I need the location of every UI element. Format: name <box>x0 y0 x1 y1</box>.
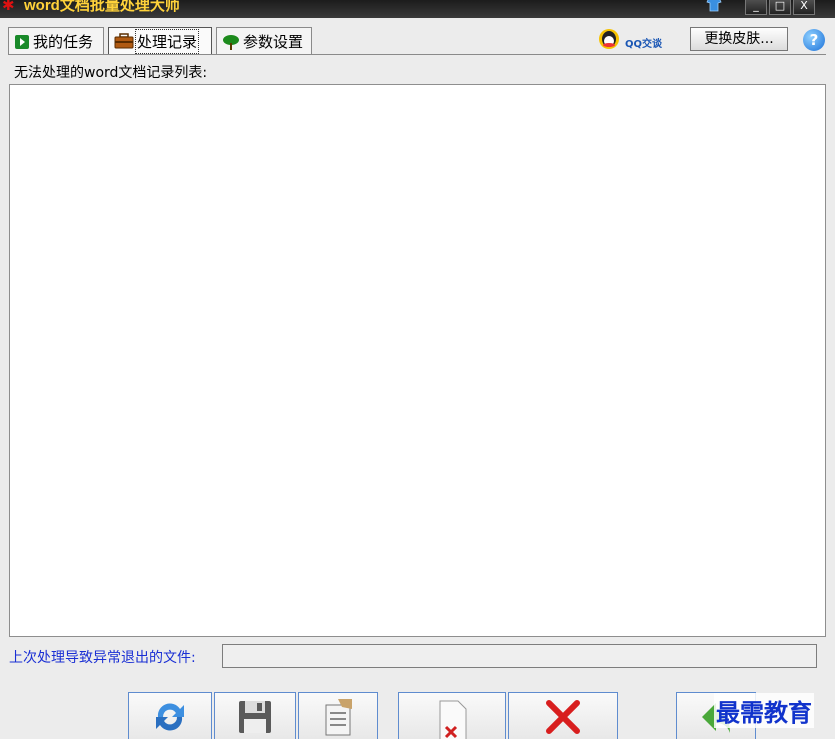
records-list[interactable] <box>9 84 826 637</box>
tab-label: 参数设置 <box>243 33 304 51</box>
tree-icon <box>223 34 239 50</box>
play-icon <box>15 34 29 49</box>
title-bar: ✱ word文档批量处理大师 _ □ X <box>0 0 835 18</box>
window-title: word文档批量处理大师 <box>24 0 180 14</box>
tab-divider <box>8 54 826 55</box>
save-icon <box>239 701 271 733</box>
maximize-button[interactable]: □ <box>769 0 791 15</box>
help-icon[interactable]: ? <box>803 29 825 51</box>
minimize-button[interactable]: _ <box>745 0 767 15</box>
briefcase-icon <box>114 33 134 49</box>
save-button[interactable] <box>214 692 296 739</box>
tab-settings[interactable]: 参数设置 <box>216 27 312 55</box>
last-file-label: 上次处理导致异常退出的文件: <box>9 650 196 666</box>
refresh-button[interactable] <box>128 692 212 739</box>
tab-records[interactable]: 处理记录 <box>108 27 212 55</box>
app-logo-icon: ✱ <box>2 0 15 14</box>
watermark: 最需教育 <box>714 693 814 728</box>
document-list-icon <box>325 699 352 736</box>
qq-chat-button[interactable]: QQ交谈 <box>597 27 675 51</box>
qq-chat-label: QQ交谈 <box>625 38 663 50</box>
tab-my-tasks[interactable]: 我的任务 <box>8 27 104 55</box>
close-button[interactable]: X <box>793 0 815 15</box>
remove-button[interactable] <box>508 692 618 739</box>
skin-shirt-icon[interactable] <box>706 0 722 12</box>
delete-file-icon <box>439 700 467 739</box>
view-document-button[interactable] <box>298 692 378 739</box>
tab-label: 处理记录 <box>134 28 200 54</box>
qq-penguin-icon <box>599 29 619 49</box>
change-skin-button[interactable]: 更换皮肤... <box>690 27 788 51</box>
tab-label: 我的任务 <box>33 33 94 51</box>
refresh-icon <box>156 703 184 731</box>
delete-file-button[interactable] <box>398 692 506 739</box>
records-list-caption: 无法处理的word文档记录列表: <box>14 65 208 81</box>
last-file-field[interactable] <box>222 644 817 668</box>
red-x-icon <box>546 700 580 734</box>
